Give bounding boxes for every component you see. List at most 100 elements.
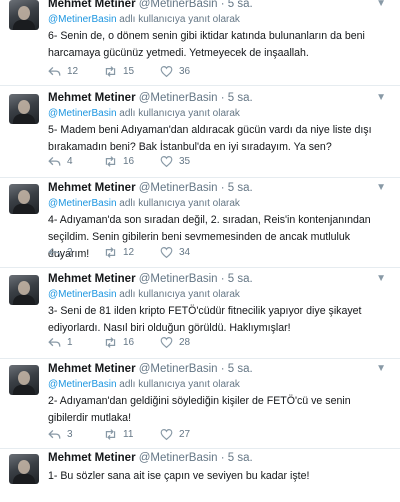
author-handle[interactable]: @MetinerBasin	[139, 363, 218, 375]
timestamp[interactable]: 5 sa.	[228, 363, 253, 375]
reply-count: 1	[67, 337, 73, 348]
reply-button[interactable]: 12	[48, 65, 78, 78]
reply-context: @MetinerBasin adlı kullanıcıya yanıt ola…	[48, 379, 240, 390]
reply-context: @MetinerBasin adlı kullanıcıya yanıt ola…	[48, 289, 240, 300]
tweet[interactable]: Mehmet Metiner @MetinerBasin · 5 sa. ▼ @…	[0, 363, 400, 449]
reply-icon	[48, 156, 61, 166]
avatar[interactable]	[9, 0, 39, 30]
heart-icon	[160, 66, 173, 78]
chevron-down-icon[interactable]: ▼	[376, 92, 386, 103]
tweet-header: Mehmet Metiner @MetinerBasin · 5 sa.	[48, 363, 253, 375]
like-button[interactable]: 27	[160, 428, 190, 441]
reply-icon	[48, 247, 61, 257]
timestamp[interactable]: 5 sa.	[228, 182, 253, 194]
author-name[interactable]: Mehmet Metiner	[48, 92, 136, 104]
tweet-header: Mehmet Metiner @MetinerBasin · 5 sa.	[48, 0, 253, 10]
reply-suffix: adlı kullanıcıya yanıt olarak	[116, 198, 240, 209]
reply-suffix: adlı kullanıcıya yanıt olarak	[116, 108, 240, 119]
reply-button[interactable]: 2	[48, 246, 73, 259]
retweet-count: 11	[123, 429, 134, 440]
tweet-header: Mehmet Metiner @MetinerBasin · 5 sa.	[48, 273, 253, 285]
tweet[interactable]: Mehmet Metiner @MetinerBasin · 5 sa. ▼ @…	[0, 182, 400, 268]
tweet-header: Mehmet Metiner @MetinerBasin · 5 sa.	[48, 182, 253, 194]
avatar[interactable]	[9, 454, 39, 484]
tweet-text: 1- Bu sözler sana ait ise çapın ve seviy…	[48, 470, 310, 482]
reply-mention[interactable]: @MetinerBasin	[48, 108, 117, 119]
reply-suffix: adlı kullanıcıya yanıt olarak	[116, 379, 240, 390]
reply-mention[interactable]: @MetinerBasin	[48, 198, 117, 209]
author-handle[interactable]: @MetinerBasin	[139, 0, 218, 10]
retweet-button[interactable]: 16	[104, 155, 134, 168]
tweet[interactable]: Mehmet Metiner @MetinerBasin · 5 sa. ▼ @…	[0, 273, 400, 359]
like-count: 34	[179, 247, 191, 258]
retweet-count: 16	[123, 337, 135, 348]
author-handle[interactable]: @MetinerBasin	[139, 92, 218, 104]
like-button[interactable]: 34	[160, 246, 190, 259]
tweet[interactable]: Mehmet Metiner @MetinerBasin · 5 sa. 1- …	[0, 452, 400, 502]
reply-mention[interactable]: @MetinerBasin	[48, 379, 117, 390]
reply-mention[interactable]: @MetinerBasin	[48, 14, 117, 25]
timestamp[interactable]: 5 sa.	[228, 0, 253, 10]
tweet-header: Mehmet Metiner @MetinerBasin · 5 sa.	[48, 452, 253, 464]
author-name[interactable]: Mehmet Metiner	[48, 452, 136, 464]
heart-icon	[160, 156, 173, 168]
tweet-text: 3- Seni de 81 ilden kripto FETÖ'cüdür fi…	[48, 305, 362, 334]
reply-count: 4	[67, 156, 73, 167]
chevron-down-icon[interactable]: ▼	[376, 182, 386, 193]
like-count: 35	[179, 156, 191, 167]
separator: ·	[220, 273, 225, 285]
reply-button[interactable]: 4	[48, 155, 73, 168]
author-name[interactable]: Mehmet Metiner	[48, 363, 136, 375]
reply-button[interactable]: 1	[48, 336, 73, 349]
retweet-button[interactable]: 11	[104, 428, 133, 441]
reply-button[interactable]: 3	[48, 428, 73, 441]
reply-count: 3	[67, 429, 73, 440]
author-name[interactable]: Mehmet Metiner	[48, 273, 136, 285]
separator: ·	[220, 0, 225, 10]
tweet-text: 4- Adıyaman'da son sıradan değil, 2. sır…	[48, 214, 371, 260]
like-button[interactable]: 35	[160, 155, 190, 168]
retweet-button[interactable]: 15	[104, 65, 134, 78]
retweet-icon	[105, 156, 116, 167]
avatar[interactable]	[9, 184, 39, 214]
separator: ·	[220, 452, 225, 464]
reply-context: @MetinerBasin adlı kullanıcıya yanıt ola…	[48, 198, 240, 209]
retweet-icon	[105, 337, 116, 348]
author-handle[interactable]: @MetinerBasin	[139, 273, 218, 285]
like-button[interactable]: 36	[160, 65, 190, 78]
author-name[interactable]: Mehmet Metiner	[48, 182, 136, 194]
timestamp[interactable]: 5 sa.	[228, 273, 253, 285]
retweet-count: 12	[123, 247, 135, 258]
author-handle[interactable]: @MetinerBasin	[139, 182, 218, 194]
reply-count: 2	[67, 247, 73, 258]
avatar[interactable]	[9, 275, 39, 305]
heart-icon	[160, 247, 173, 259]
like-count: 28	[179, 337, 191, 348]
retweet-icon	[105, 66, 116, 77]
retweet-count: 15	[123, 66, 135, 77]
timestamp[interactable]: 5 sa.	[228, 452, 253, 464]
reply-mention[interactable]: @MetinerBasin	[48, 289, 117, 300]
retweet-button[interactable]: 12	[104, 246, 134, 259]
chevron-down-icon[interactable]: ▼	[376, 0, 386, 9]
heart-icon	[160, 337, 173, 349]
reply-icon	[48, 66, 61, 76]
tweet-header: Mehmet Metiner @MetinerBasin · 5 sa.	[48, 92, 253, 104]
reply-context: @MetinerBasin adlı kullanıcıya yanıt ola…	[48, 14, 240, 25]
reply-icon	[48, 429, 61, 439]
heart-icon	[160, 429, 173, 441]
timestamp[interactable]: 5 sa.	[228, 92, 253, 104]
reply-count: 12	[67, 66, 79, 77]
like-button[interactable]: 28	[160, 336, 190, 349]
chevron-down-icon[interactable]: ▼	[376, 273, 386, 284]
avatar[interactable]	[9, 94, 39, 124]
avatar[interactable]	[9, 365, 39, 395]
author-name[interactable]: Mehmet Metiner	[48, 0, 136, 10]
tweet[interactable]: Mehmet Metiner @MetinerBasin · 5 sa. ▼ @…	[0, 92, 400, 178]
reply-suffix: adlı kullanıcıya yanıt olarak	[116, 289, 240, 300]
retweet-button[interactable]: 16	[104, 336, 134, 349]
chevron-down-icon[interactable]: ▼	[376, 363, 386, 374]
author-handle[interactable]: @MetinerBasin	[139, 452, 218, 464]
tweet[interactable]: Mehmet Metiner @MetinerBasin · 5 sa. ▼ @…	[0, 0, 400, 86]
separator: ·	[220, 182, 225, 194]
